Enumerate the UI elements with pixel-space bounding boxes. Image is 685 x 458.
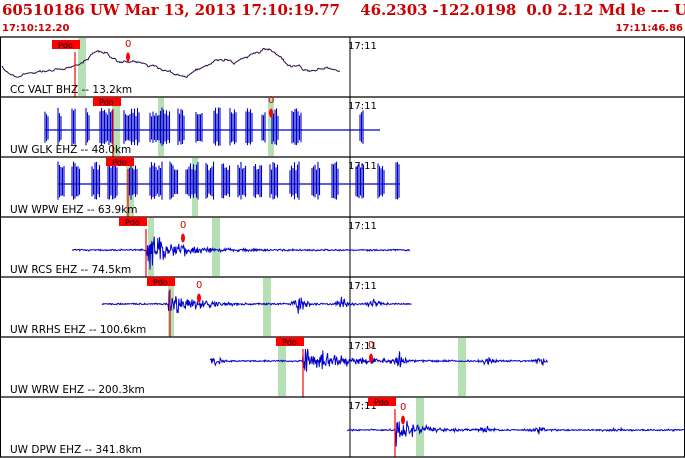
p-pick-label: Pdo [282, 338, 297, 347]
channel-label: CC VALT BHZ -- 13.2km [10, 84, 132, 96]
channel-label: UW DPW EHZ -- 341.8km [10, 444, 142, 456]
channel-label: UW RRHS EHZ -- 100.6km [10, 324, 146, 336]
trace-panel[interactable]: 17:11Pdo 0UW DPW EHZ -- 341.8km [0, 396, 685, 457]
channel-label: UW WPW EHZ -- 63.9km [10, 204, 138, 216]
waveform [101, 290, 412, 314]
waveform [1, 47, 340, 78]
channel-label: UW WRW EHZ -- 200.3km [10, 384, 145, 396]
amplitude-marker [269, 108, 273, 118]
minute-tick-label: 17:11 [348, 101, 377, 112]
trace-panel[interactable]: 17:11 Pdo 0 UW RCS EHZ -- 74.5km [0, 216, 685, 277]
p-pick-label: Pdo [112, 158, 127, 167]
amplitude-marker [126, 52, 130, 62]
p-pick-label: Pdo [125, 218, 140, 227]
minute-tick-label: 17:11 [348, 41, 377, 52]
p-pick-label: Pdo [99, 98, 114, 107]
p-pick-label: Pdo [153, 278, 168, 287]
channel-label: UW GLK EHZ -- 48.0km [10, 144, 131, 156]
p-pick-label: Pdo [58, 41, 73, 50]
pick-window [263, 278, 271, 336]
amplitude-marker [197, 293, 201, 303]
seismogram-viewer: 60510186 UW Mar 13, 2013 17:10:19.77 46.… [0, 0, 685, 458]
minute-tick-label: 17:11 [348, 281, 377, 292]
amplitude-marker-label: 0 [180, 220, 186, 231]
amplitude-marker-label: 0 [125, 39, 131, 50]
amplitude-marker-label: 0 [268, 95, 274, 106]
trace-panel[interactable]: 17:11PdoUW WPW EHZ -- 63.9km [0, 156, 685, 217]
minute-tick-label: 17:11 [348, 221, 377, 232]
waveform [347, 420, 685, 447]
trace-panel[interactable]: 17:11Pdo 0UW WRW EHZ -- 200.3km [0, 336, 685, 397]
trace-panels[interactable]: 17:11 Pdo 0 CC VALT BHZ -- 13.2km 17:11 Pdo 0 U… [0, 0, 685, 458]
channel-label: UW RCS EHZ -- 74.5km [10, 264, 131, 276]
p-pick-label: Pdo [374, 398, 389, 407]
amplitude-marker-label: 0 [400, 402, 406, 413]
waveform [209, 348, 548, 372]
amplitude-marker [369, 353, 373, 363]
trace-panel[interactable]: 17:11 Pdo 0 UW GLK EHZ -- 48.0km [0, 95, 685, 157]
amplitude-marker [181, 233, 185, 243]
amplitude-marker [401, 415, 405, 425]
pick-window [458, 338, 466, 396]
trace-panel[interactable]: 17:11 Pdo 0 UW RRHS EHZ -- 100.6km [0, 276, 685, 337]
trace-panel[interactable]: 17:11 Pdo 0 CC VALT BHZ -- 13.2km [0, 36, 685, 97]
amplitude-marker-label: 0 [196, 280, 202, 291]
amplitude-marker-label: 0 [368, 340, 374, 351]
pick-window [212, 218, 220, 276]
